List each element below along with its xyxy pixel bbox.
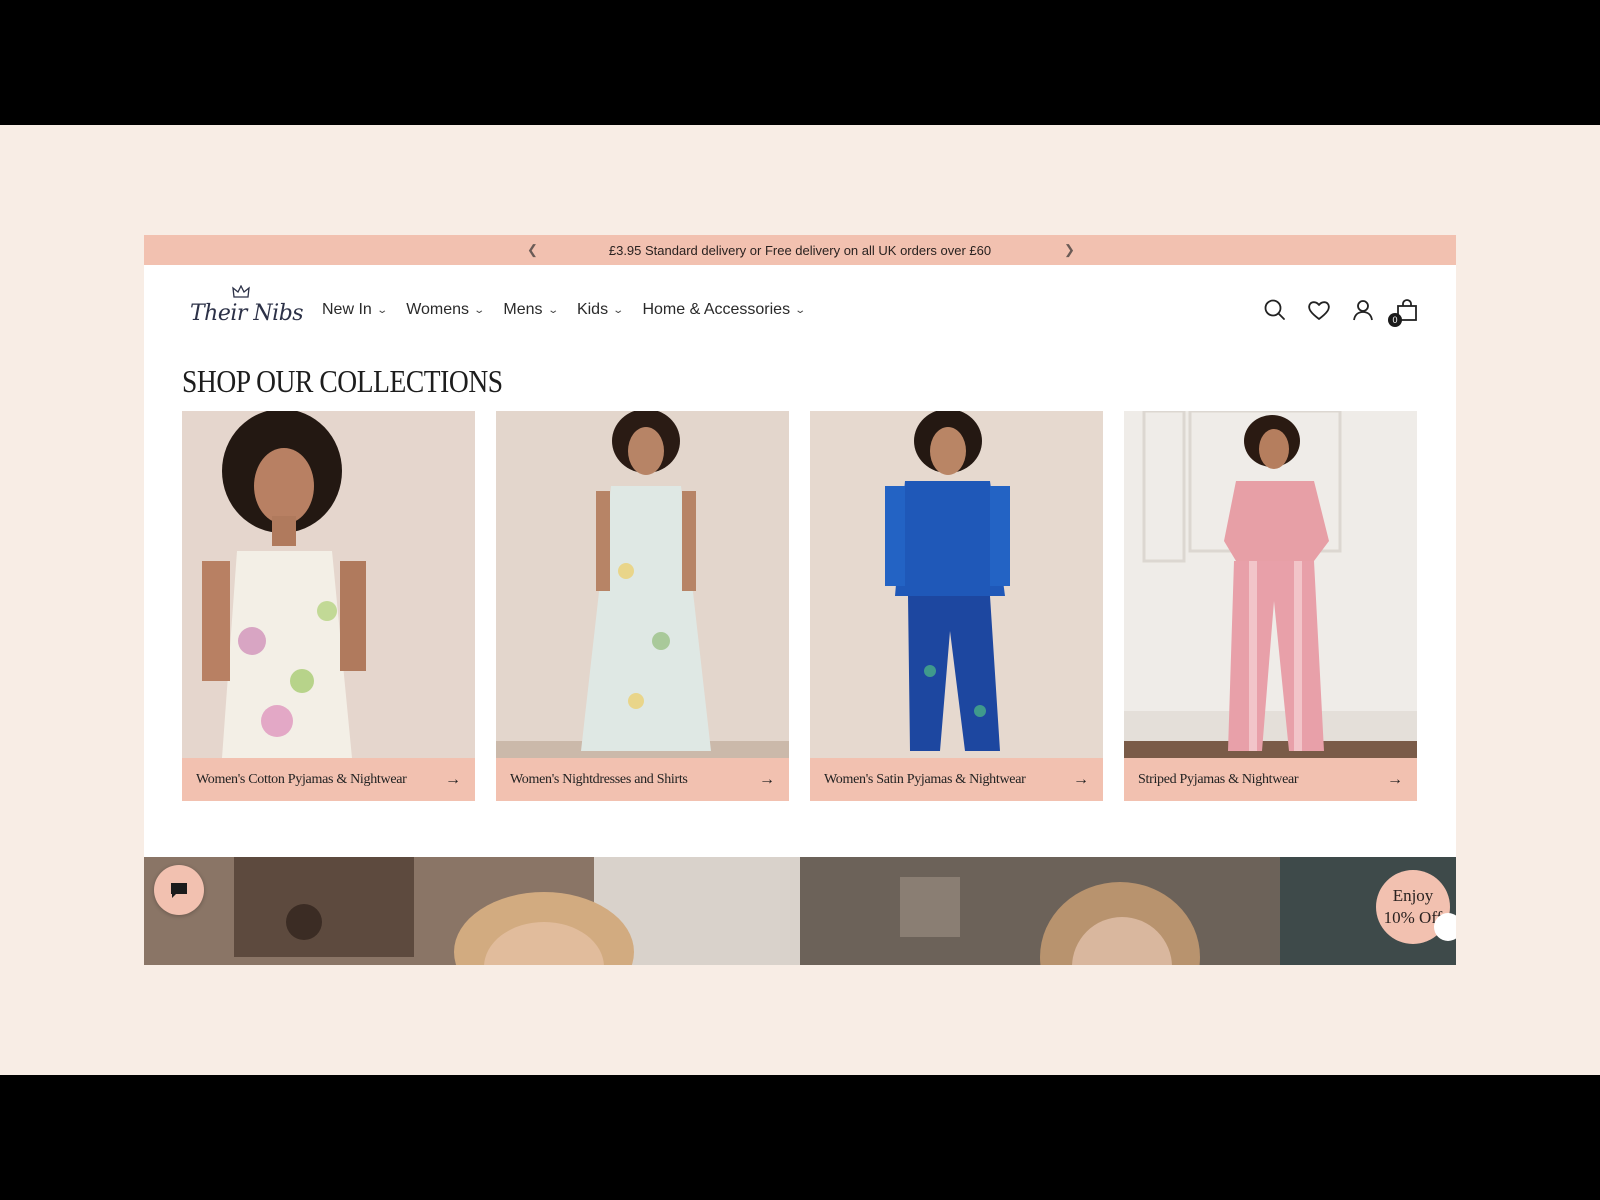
- arrow-right-icon: →: [1387, 770, 1403, 788]
- banner-image-right: [800, 857, 1456, 965]
- collections-grid: Women's Cotton Pyjamas & Nightwear → Wom…: [182, 411, 1417, 801]
- nav-item-new-in[interactable]: New In ⌄: [322, 301, 388, 319]
- collection-caption: Women's Satin Pyjamas & Nightwear →: [810, 758, 1103, 801]
- collection-image: [496, 411, 789, 758]
- chevron-down-icon: ⌄: [612, 304, 625, 316]
- collection-card-cotton[interactable]: Women's Cotton Pyjamas & Nightwear →: [182, 411, 475, 801]
- collection-caption: Striped Pyjamas & Nightwear →: [1124, 758, 1417, 801]
- banner-image-left: [144, 857, 800, 965]
- search-icon[interactable]: [1262, 297, 1288, 323]
- collection-label: Women's Cotton Pyjamas & Nightwear: [196, 771, 407, 787]
- logo-text: Their Nibs: [190, 301, 304, 326]
- nav-item-womens[interactable]: Womens ⌄: [406, 301, 486, 319]
- section-title: SHOP OUR COLLECTIONS: [182, 363, 503, 399]
- chevron-down-icon: ⌄: [376, 304, 388, 316]
- close-offer-button[interactable]: [1434, 913, 1456, 941]
- nav-label: Home & Accessories: [642, 301, 791, 318]
- announcement-text: £3.95 Standard delivery or Free delivery…: [608, 242, 992, 258]
- cart-count-badge: 0: [1388, 313, 1402, 327]
- heart-icon[interactable]: [1306, 297, 1332, 323]
- collection-image: [182, 411, 475, 758]
- hero-banner: [144, 857, 1456, 965]
- header-icons: 0: [1262, 297, 1420, 327]
- chevron-right-icon[interactable]: ❯: [1064, 242, 1075, 258]
- nav-item-kids[interactable]: Kids ⌄: [576, 301, 625, 319]
- collection-card-striped[interactable]: Striped Pyjamas & Nightwear →: [1124, 411, 1417, 801]
- website: ❮ £3.95 Standard delivery or Free delive…: [144, 235, 1456, 965]
- nav-item-mens[interactable]: Mens ⌄: [503, 301, 559, 319]
- chevron-down-icon: ⌄: [473, 304, 486, 316]
- collection-caption: Women's Nightdresses and Shirts →: [496, 758, 789, 801]
- crown-icon: [232, 285, 250, 298]
- collection-image: [1124, 411, 1417, 758]
- chevron-down-icon: ⌄: [546, 304, 559, 316]
- nav-label: Mens: [503, 301, 543, 318]
- nav-label: Womens: [406, 301, 470, 318]
- offer-line-1: Enjoy: [1392, 886, 1434, 905]
- collection-label: Striped Pyjamas & Nightwear: [1138, 771, 1299, 787]
- chevron-left-icon[interactable]: ❮: [527, 242, 538, 258]
- arrow-right-icon: →: [1073, 770, 1089, 788]
- main-nav: New In ⌄ Womens ⌄ Mens ⌄ Kids ⌄ Home & A…: [322, 301, 807, 319]
- arrow-right-icon: →: [759, 770, 775, 788]
- shopping-bag-icon[interactable]: 0: [1388, 297, 1420, 327]
- chevron-down-icon: ⌄: [794, 304, 807, 316]
- user-icon[interactable]: [1350, 297, 1376, 323]
- arrow-right-icon: →: [445, 770, 461, 788]
- nav-label: New In: [322, 301, 372, 318]
- nav-item-home-accessories[interactable]: Home & Accessories ⌄: [642, 301, 807, 319]
- collection-card-satin[interactable]: Women's Satin Pyjamas & Nightwear →: [810, 411, 1103, 801]
- collection-label: Women's Nightdresses and Shirts: [510, 771, 688, 787]
- collection-image: [810, 411, 1103, 758]
- chat-icon: [171, 883, 187, 898]
- collection-caption: Women's Cotton Pyjamas & Nightwear →: [182, 758, 475, 801]
- collection-card-nightdresses[interactable]: Women's Nightdresses and Shirts →: [496, 411, 789, 801]
- logo[interactable]: Their Nibs: [190, 285, 304, 333]
- site-header: Their Nibs New In ⌄ Womens ⌄ Mens ⌄ Kids…: [144, 265, 1456, 357]
- announcement-bar: ❮ £3.95 Standard delivery or Free delive…: [144, 235, 1456, 265]
- chat-button[interactable]: [154, 865, 204, 915]
- nav-label: Kids: [576, 301, 609, 318]
- page-background: ❮ £3.95 Standard delivery or Free delive…: [0, 125, 1600, 1075]
- collection-label: Women's Satin Pyjamas & Nightwear: [824, 771, 1026, 787]
